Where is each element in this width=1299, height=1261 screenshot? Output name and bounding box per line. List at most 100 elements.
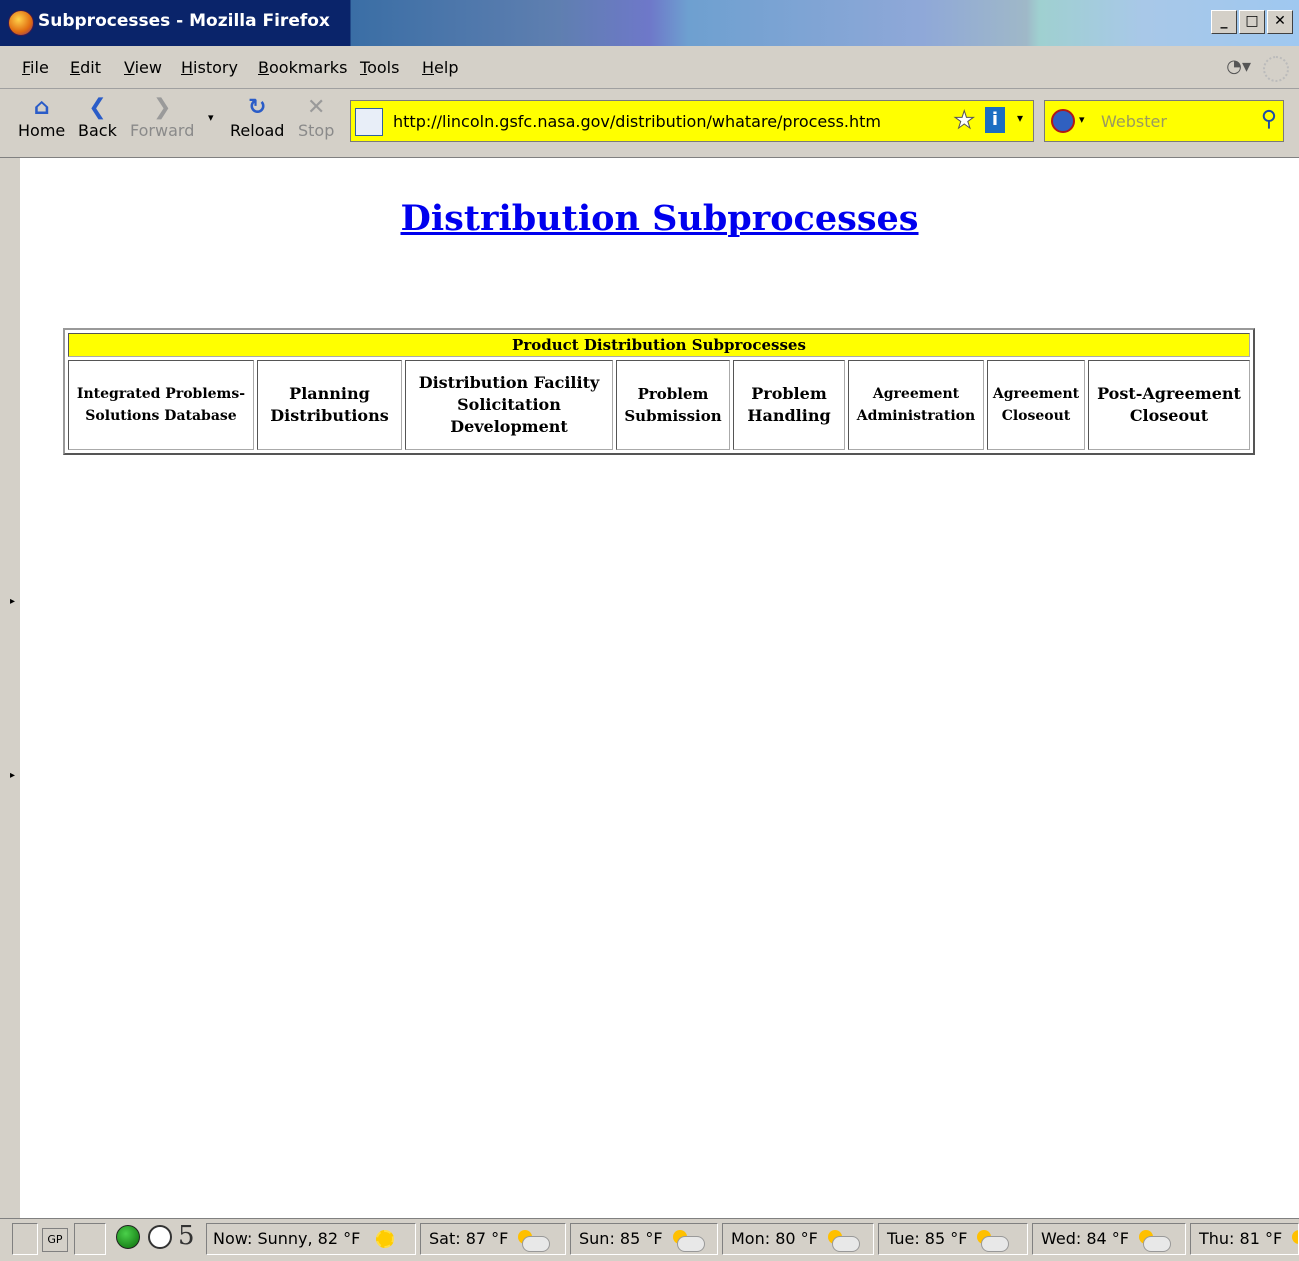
cell-line: Distribution Facility [418, 373, 600, 392]
back-label: Back [78, 121, 117, 140]
table-header: Product Distribution Subprocesses [68, 333, 1250, 357]
partly-cloudy-icon [1292, 1229, 1298, 1250]
cell-line: Planning [289, 384, 370, 403]
stop-icon: ✕ [306, 95, 326, 120]
address-bar[interactable]: http://lincoln.gsfc.nasa.gov/distributio… [350, 100, 1034, 142]
status-bar: GP 5 Now: Sunny, 82 °F Sat: 87 °F Sun: 8… [0, 1218, 1299, 1261]
subprocess-cell: Agreement Administration [848, 360, 984, 450]
cell-line: Post-Agreement [1097, 384, 1241, 403]
window-title-bar: Subprocesses - Mozilla Firefox _ □ ✕ [0, 0, 1299, 46]
subprocess-cell: Agreement Closeout [987, 360, 1085, 450]
reload-icon: ↻ [248, 95, 267, 120]
subprocess-table: Product Distribution Subprocesses Integr… [63, 328, 1255, 455]
stop-label: Stop [298, 121, 335, 140]
cell-line: Solicitation Development [450, 395, 568, 436]
bookmark-star-icon[interactable]: ★ [953, 106, 975, 135]
partly-cloudy-icon [977, 1229, 1010, 1252]
notification-count[interactable]: 5 [178, 1221, 195, 1251]
maximize-button[interactable]: □ [1239, 10, 1265, 34]
partly-cloudy-icon [827, 1229, 860, 1252]
back-button[interactable]: ❮ Back [78, 95, 117, 140]
gp-button[interactable]: GP [42, 1228, 68, 1252]
page-title: Distribution Subprocesses [20, 198, 1299, 239]
subprocess-cell: Planning Distributions [257, 360, 402, 450]
menu-file[interactable]: File [22, 58, 49, 77]
forecast-day[interactable]: Wed: 84 °F [1032, 1223, 1186, 1255]
throbber-icon [1263, 56, 1289, 82]
cell-line: Closeout [1129, 406, 1209, 425]
partly-cloudy-icon [672, 1229, 705, 1252]
menu-edit[interactable]: Edit [70, 58, 101, 77]
clock-icon[interactable] [148, 1225, 172, 1249]
menu-view[interactable]: View [124, 58, 162, 77]
menu-bookmarks[interactable]: Bookmarks [258, 58, 347, 77]
activity-indicator-icon[interactable]: ◔▾ [1226, 56, 1251, 77]
subprocess-cell: Post-Agreement Closeout [1088, 360, 1250, 450]
forecast-day[interactable]: Sat: 87 °F [420, 1223, 566, 1255]
cell-line: Administration [856, 408, 976, 424]
forecast-label: Mon: 80 °F [731, 1229, 818, 1248]
status-panel [12, 1223, 38, 1255]
reload-button[interactable]: ↻ Reload [230, 95, 284, 140]
forecast-label: Wed: 84 °F [1041, 1229, 1130, 1248]
info-icon[interactable]: i [985, 107, 1005, 133]
search-engine-icon[interactable] [1051, 109, 1075, 133]
partly-cloudy-icon [1139, 1229, 1172, 1252]
page-content: Distribution Subprocesses Product Distri… [20, 158, 1299, 1218]
firefox-icon [8, 10, 34, 36]
forecast-label: Thu: 81 °F [1199, 1229, 1283, 1248]
menu-bar: File Edit View History Bookmarks Tools H… [0, 46, 1299, 89]
stop-button[interactable]: ✕ Stop [298, 95, 334, 140]
menu-help[interactable]: Help [422, 58, 458, 77]
cell-line: Problem [637, 385, 709, 403]
search-bar[interactable]: ▾ Webster ⚲ [1044, 100, 1284, 142]
subprocess-cell: Integrated Problems- Solutions Database [68, 360, 254, 450]
menu-tools[interactable]: Tools [360, 58, 399, 77]
close-button[interactable]: ✕ [1267, 10, 1293, 34]
page-title-link[interactable]: Distribution Subprocesses [400, 198, 918, 239]
sidebar-grip[interactable]: ▸ ▸ [0, 158, 21, 1218]
forecast-label: Tue: 85 °F [887, 1229, 968, 1248]
search-input[interactable]: Webster [1101, 112, 1167, 131]
cell-line: Solutions Database [85, 408, 237, 424]
window-controls: _ □ ✕ [1211, 10, 1293, 34]
cell-line: Handling [747, 406, 831, 425]
forecast-day[interactable]: Mon: 80 °F [722, 1223, 874, 1255]
sunny-icon [370, 1229, 396, 1250]
cell-line: Closeout [1001, 408, 1071, 424]
subprocess-cell: Problem Submission [616, 360, 730, 450]
weather-now[interactable]: Now: Sunny, 82 °F [206, 1223, 416, 1255]
forward-button[interactable]: ❯ Forward [130, 95, 194, 140]
sidebar-arrow-icon[interactable]: ▸ [10, 770, 15, 781]
minimize-button[interactable]: _ [1211, 10, 1237, 34]
weather-now-label: Now: Sunny, 82 °F [213, 1229, 361, 1248]
forecast-day[interactable]: Tue: 85 °F [878, 1223, 1028, 1255]
partly-cloudy-icon [518, 1229, 551, 1252]
cell-line: Submission [624, 407, 722, 425]
back-arrow-icon: ❮ [88, 95, 107, 120]
subprocess-cell: Distribution Facility Solicitation Devel… [405, 360, 613, 450]
table-row: Integrated Problems- Solutions Database … [68, 360, 1250, 450]
window-title: Subprocesses - Mozilla Firefox [38, 11, 330, 31]
subprocess-cell: Problem Handling [733, 360, 845, 450]
status-panel [74, 1223, 106, 1255]
home-label: Home [18, 121, 66, 140]
reload-label: Reload [230, 121, 285, 140]
cell-line: Problem [751, 384, 827, 403]
forward-arrow-icon: ❯ [152, 95, 172, 120]
cell-line: Distributions [270, 406, 389, 425]
globe-icon[interactable] [116, 1225, 140, 1249]
forecast-day[interactable]: Thu: 81 °F [1190, 1223, 1299, 1255]
search-magnifier-icon[interactable]: ⚲ [1261, 107, 1277, 132]
forecast-day[interactable]: Sun: 85 °F [570, 1223, 718, 1255]
cell-line: Integrated Problems- [76, 386, 246, 402]
forecast-label: Sat: 87 °F [429, 1229, 509, 1248]
history-dropdown-icon[interactable]: ▾ [208, 111, 214, 124]
home-button[interactable]: ⌂ Home [18, 95, 65, 140]
search-engine-dropdown-icon[interactable]: ▾ [1079, 113, 1085, 126]
menu-history[interactable]: History [181, 58, 238, 77]
address-url[interactable]: http://lincoln.gsfc.nasa.gov/distributio… [393, 112, 881, 131]
address-dropdown-icon[interactable]: ▾ [1017, 111, 1023, 125]
cell-line: Agreement [872, 386, 960, 402]
sidebar-arrow-icon[interactable]: ▸ [10, 596, 15, 607]
